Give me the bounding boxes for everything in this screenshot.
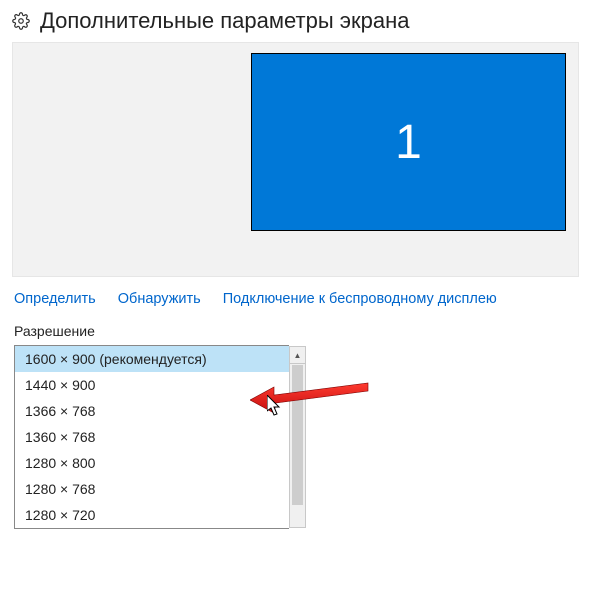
settings-window: Дополнительные параметры экрана 1 Опреде… (0, 0, 591, 599)
wireless-display-link[interactable]: Подключение к беспроводному дисплею (223, 291, 497, 307)
resolution-option[interactable]: 1280 × 800 (15, 450, 289, 476)
dropdown-scrollbar[interactable]: ▲ (289, 346, 306, 528)
resolution-dropdown[interactable]: 1600 × 900 (рекомендуется)1440 × 9001366… (14, 345, 289, 529)
resolution-label: Разрешение (12, 323, 579, 345)
gear-icon (12, 12, 30, 30)
monitor-tile-1[interactable]: 1 (251, 53, 566, 231)
detect-link[interactable]: Обнаружить (118, 291, 201, 307)
page-header: Дополнительные параметры экрана (12, 8, 579, 34)
page-title: Дополнительные параметры экрана (40, 8, 409, 34)
display-preview-area: 1 (12, 42, 579, 277)
resolution-option[interactable]: 1280 × 720 (15, 502, 289, 528)
monitor-number: 1 (395, 115, 422, 170)
identify-link[interactable]: Определить (14, 291, 96, 307)
resolution-option[interactable]: 1280 × 768 (15, 476, 289, 502)
resolution-list: 1600 × 900 (рекомендуется)1440 × 9001366… (14, 345, 289, 529)
scroll-thumb[interactable] (292, 365, 303, 505)
resolution-option[interactable]: 1366 × 768 (15, 398, 289, 424)
resolution-option[interactable]: 1440 × 900 (15, 372, 289, 398)
resolution-option[interactable]: 1360 × 768 (15, 424, 289, 450)
resolution-option[interactable]: 1600 × 900 (рекомендуется) (15, 346, 289, 372)
action-links: Определить Обнаружить Подключение к бесп… (12, 287, 579, 323)
scroll-up-button[interactable]: ▲ (290, 347, 305, 364)
